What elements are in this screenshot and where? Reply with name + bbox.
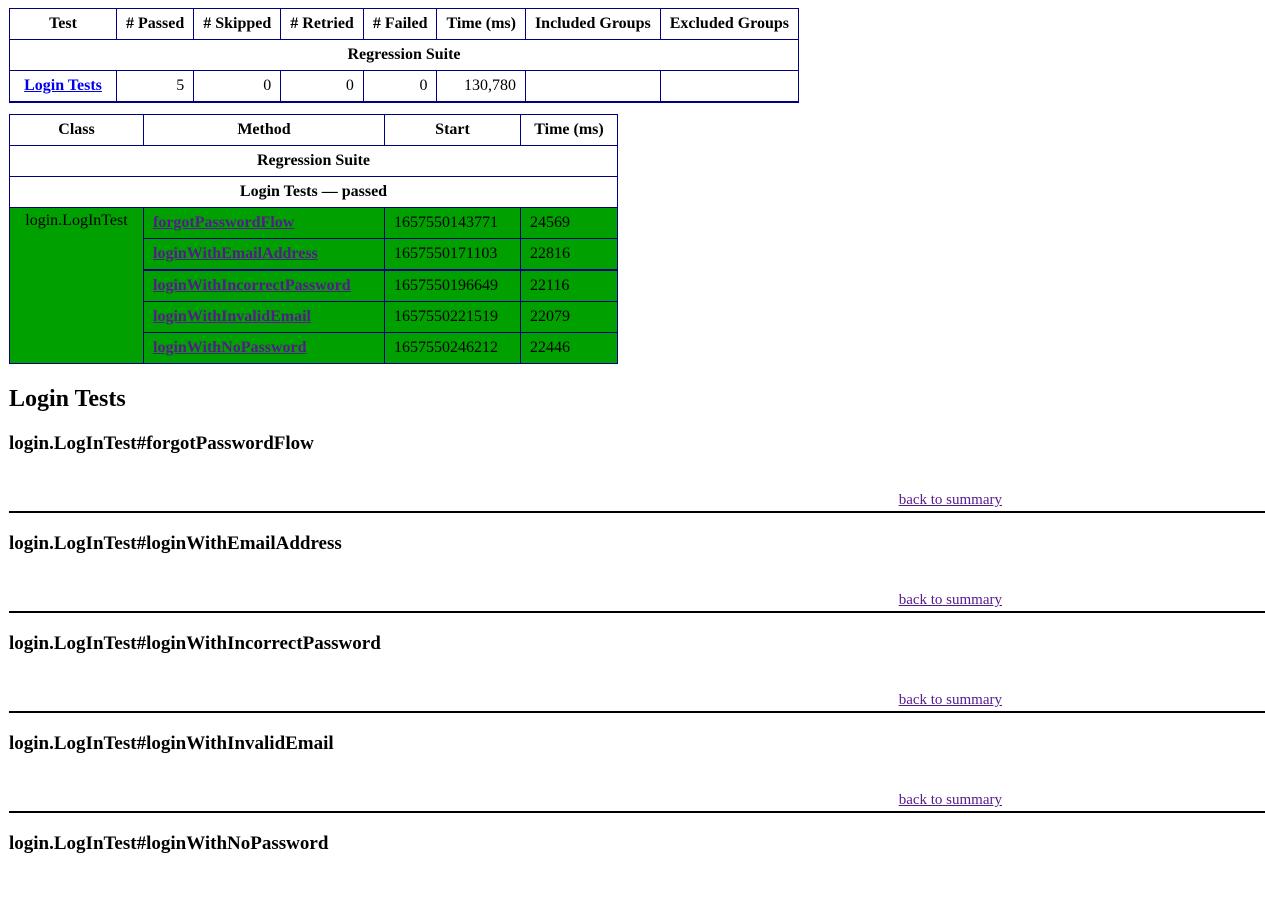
method-row: login.LogInTest forgotPasswordFlow 16575… bbox=[9, 207, 618, 364]
method-cell: forgotPasswordFlow bbox=[143, 207, 385, 239]
method-link-login-with-no-password[interactable]: loginWithNoPassword bbox=[153, 339, 307, 356]
back-to-summary-link[interactable]: back to summary bbox=[899, 692, 1002, 708]
method-cell: loginWithInvalidEmail bbox=[143, 301, 385, 333]
detail-heading: login.LogInTest#loginWithIncorrectPasswo… bbox=[9, 633, 381, 654]
header-passed: # Passed bbox=[115, 8, 195, 40]
method-cell: loginWithNoPassword bbox=[143, 332, 385, 364]
method-start: 1657550221519 bbox=[384, 301, 521, 333]
divider bbox=[9, 511, 1265, 513]
header-included-groups: Included Groups bbox=[524, 8, 661, 40]
detail-section: login.LogInTest#loginWithInvalidEmail ba… bbox=[9, 733, 1265, 813]
method-cell: loginWithEmailAddress bbox=[143, 238, 385, 271]
method-link-login-with-incorrect-password[interactable]: loginWithIncorrectPassword bbox=[153, 277, 351, 294]
class-name: login.LogInTest bbox=[9, 207, 144, 364]
methods-suite-row: Regression Suite bbox=[9, 145, 618, 177]
skipped-count: 0 bbox=[193, 70, 282, 103]
method-start: 1657550143771 bbox=[384, 207, 521, 239]
retried-count: 0 bbox=[280, 70, 364, 103]
back-to-summary-link[interactable]: back to summary bbox=[899, 492, 1002, 508]
suite-row: Regression Suite bbox=[9, 39, 799, 71]
method-time: 22816 bbox=[520, 238, 618, 271]
divider bbox=[9, 811, 1265, 813]
methods-suite-name: Regression Suite bbox=[9, 145, 618, 177]
failed-count: 0 bbox=[362, 70, 438, 103]
header-method: Method bbox=[143, 114, 385, 146]
summary-table: Test # Passed # Skipped # Retried # Fail… bbox=[9, 8, 800, 103]
suite-name: Regression Suite bbox=[9, 39, 799, 71]
method-start: 1657550246212 bbox=[384, 332, 521, 364]
method-link-login-with-email-address[interactable]: loginWithEmailAddress bbox=[153, 245, 318, 262]
details-title: Login Tests bbox=[9, 386, 126, 412]
divider bbox=[9, 711, 1265, 713]
method-start: 1657550171103 bbox=[384, 238, 521, 271]
header-time: Time (ms) bbox=[436, 8, 526, 40]
method-link-login-with-invalid-email[interactable]: loginWithInvalidEmail bbox=[153, 308, 311, 325]
passed-count: 5 bbox=[115, 70, 195, 103]
back-to-summary-link[interactable]: back to summary bbox=[899, 592, 1002, 608]
test-name-cell: Login Tests bbox=[9, 70, 117, 103]
header-retried: # Retried bbox=[280, 8, 364, 40]
test-row: Login Tests 5 0 0 0 130,780 bbox=[9, 70, 800, 103]
back-to-summary-link[interactable]: back to summary bbox=[899, 792, 1002, 808]
detail-section: login.LogInTest#forgotPasswordFlow back … bbox=[9, 433, 1265, 513]
method-start: 1657550196649 bbox=[384, 269, 521, 302]
detail-heading: login.LogInTest#loginWithInvalidEmail bbox=[9, 733, 334, 754]
method-time: 24569 bbox=[520, 207, 618, 239]
header-class: Class bbox=[9, 114, 144, 146]
detail-section: login.LogInTest#loginWithIncorrectPasswo… bbox=[9, 633, 1265, 713]
test-status-row: Login Tests — passed bbox=[9, 176, 618, 208]
method-time: 22446 bbox=[520, 332, 618, 364]
included-groups-value bbox=[524, 70, 661, 103]
time-value: 130,780 bbox=[436, 70, 526, 103]
test-status: Login Tests — passed bbox=[9, 176, 618, 208]
detail-heading: login.LogInTest#loginWithNoPassword bbox=[9, 833, 329, 854]
detail-heading: login.LogInTest#forgotPasswordFlow bbox=[9, 433, 314, 454]
methods-header-row: Class Method Start Time (ms) bbox=[9, 114, 618, 146]
methods-table: Class Method Start Time (ms) Regression … bbox=[9, 114, 618, 364]
method-time: 22116 bbox=[520, 269, 618, 302]
method-cell: loginWithIncorrectPassword bbox=[143, 269, 385, 302]
header-excluded-groups: Excluded Groups bbox=[659, 8, 800, 40]
header-failed: # Failed bbox=[362, 8, 438, 40]
method-link-forgot-password-flow[interactable]: forgotPasswordFlow bbox=[153, 214, 294, 231]
summary-header-row: Test # Passed # Skipped # Retried # Fail… bbox=[9, 8, 800, 40]
test-link[interactable]: Login Tests bbox=[24, 77, 102, 94]
header-skipped: # Skipped bbox=[193, 8, 282, 40]
method-time: 22079 bbox=[520, 301, 618, 333]
detail-section: login.LogInTest#loginWithEmailAddress ba… bbox=[9, 533, 1265, 613]
excluded-groups-value bbox=[659, 70, 800, 103]
divider bbox=[9, 611, 1265, 613]
header-method-time: Time (ms) bbox=[520, 114, 618, 146]
header-test: Test bbox=[9, 8, 117, 40]
detail-section: login.LogInTest#loginWithNoPassword bbox=[9, 833, 1265, 855]
detail-heading: login.LogInTest#loginWithEmailAddress bbox=[9, 533, 342, 554]
header-start: Start bbox=[384, 114, 521, 146]
